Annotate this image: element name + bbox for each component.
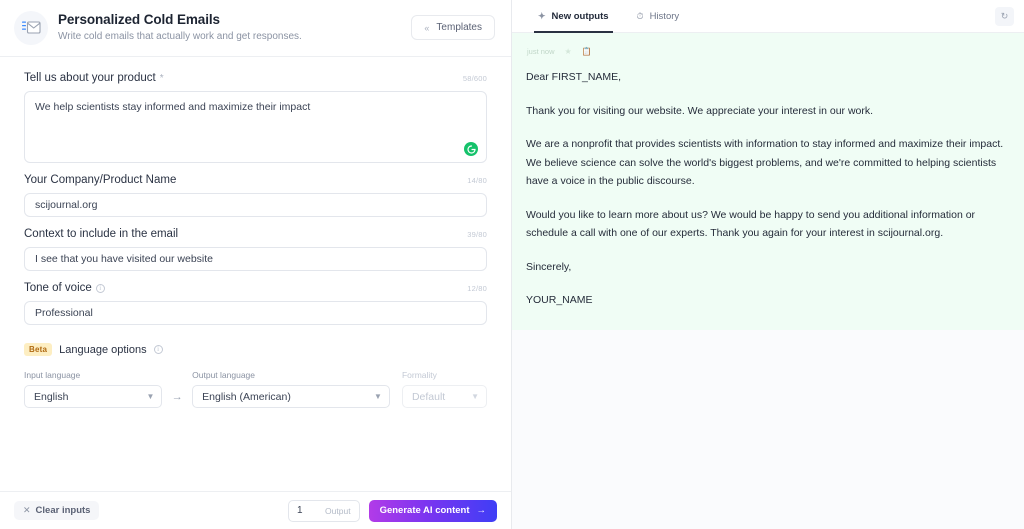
form-bottom-bar: ✕ Clear inputs 1 Output Generate AI cont… <box>0 491 511 529</box>
output-count-label: Output <box>325 505 351 516</box>
char-counter: 12/80 <box>467 283 487 293</box>
field-tone-of-voice: Tone of voice i 12/80 Professional <box>24 281 487 325</box>
input-language-value: English <box>34 390 69 403</box>
field-label-row: Tell us about your product * 58/600 <box>24 71 487 85</box>
email-paragraph: Thank you for visiting our website. We a… <box>526 104 874 117</box>
output-result-card: just now ★ 📋 Dear FIRST_NAME, Thank you … <box>512 33 1024 330</box>
field-label-row: Your Company/Product Name 14/80 <box>24 173 487 187</box>
required-marker: * <box>159 72 164 84</box>
copy-icon[interactable]: 📋 <box>582 47 592 56</box>
tab-new-outputs[interactable]: ✦ New outputs <box>524 0 623 33</box>
textarea-value: We help scientists stay informed and max… <box>35 101 311 113</box>
app-header: Personalized Cold Emails Write cold emai… <box>0 0 511 57</box>
output-empty-area <box>512 329 1024 529</box>
close-x-icon: ✕ <box>23 505 31 515</box>
input-language-label: Input language <box>24 370 81 380</box>
language-direction-arrow: → <box>171 391 183 403</box>
generate-ai-content-button[interactable]: Generate AI content → <box>368 499 497 522</box>
clear-inputs-label: Clear inputs <box>35 505 91 516</box>
company-name-input[interactable]: scijournal.org <box>24 193 487 217</box>
field-label-text: Your Company/Product Name <box>24 174 177 186</box>
form-panel: Personalized Cold Emails Write cold emai… <box>0 0 512 529</box>
tab-history[interactable]: ⏱ History <box>623 0 694 32</box>
language-options-row: Input language English ▼ → Output langua… <box>24 370 488 408</box>
page-title: Personalized Cold Emails <box>58 12 220 27</box>
info-icon[interactable]: i <box>153 345 163 354</box>
output-tabbar: ✦ New outputs ⏱ History ↻ <box>512 0 1024 33</box>
field-label-row: Context to include in the email 39/80 <box>24 227 487 241</box>
bottom-bar-right: 1 Output Generate AI content → <box>288 499 497 522</box>
field-label: Tell us about your product * <box>24 72 164 84</box>
tone-of-voice-input[interactable]: Professional <box>24 301 487 325</box>
field-label: Tone of voice i <box>24 282 105 294</box>
field-label: Context to include in the email <box>24 228 178 240</box>
clock-icon: ⏱ <box>636 10 644 21</box>
sparkle-icon: ✦ <box>538 10 546 21</box>
chevron-down-icon: ▼ <box>146 391 155 401</box>
chevron-down-icon: ▼ <box>471 391 480 401</box>
app-root: Personalized Cold Emails Write cold emai… <box>0 0 1024 529</box>
generate-button-label: Generate AI content <box>379 505 470 516</box>
input-value: scijournal.org <box>35 199 98 211</box>
field-email-context: Context to include in the email 39/80 I … <box>24 227 487 271</box>
form-area: Tell us about your product * 58/600 We h… <box>0 57 511 491</box>
star-icon[interactable]: ★ <box>565 47 572 56</box>
output-count-stepper[interactable]: 1 Output <box>288 499 360 522</box>
output-language-value: English (American) <box>202 390 291 403</box>
char-counter: 14/80 <box>467 175 487 185</box>
templates-button[interactable]: « Templates <box>411 15 495 40</box>
email-template-icon <box>14 11 48 45</box>
formality-value: Default <box>411 390 446 403</box>
refresh-icon[interactable]: ↻ <box>995 7 1014 26</box>
formality-label: Formality <box>401 370 437 380</box>
grammarly-icon[interactable] <box>464 142 478 156</box>
tab-new-outputs-label: New outputs <box>551 10 609 22</box>
beta-badge: Beta <box>24 343 53 356</box>
language-options-header: Beta Language options i <box>24 343 487 356</box>
char-counter: 58/600 <box>462 73 487 83</box>
char-counter: 39/80 <box>467 229 487 239</box>
product-description-textarea[interactable]: We help scientists stay informed and max… <box>24 91 487 163</box>
generated-email-body[interactable]: Dear FIRST_NAME, Thank you for visiting … <box>526 68 1010 310</box>
email-paragraph: Dear FIRST_NAME, <box>526 71 622 83</box>
arrow-right-icon: → <box>476 505 487 516</box>
info-icon[interactable]: i <box>95 283 105 293</box>
language-options-label: Language options <box>59 343 147 356</box>
output-language-label: Output language <box>192 370 255 380</box>
clear-inputs-button[interactable]: ✕ Clear inputs <box>14 501 100 520</box>
field-label-row: Tone of voice i 12/80 <box>24 281 487 295</box>
double-chevron-left-icon: « <box>424 22 430 33</box>
output-language-group: Output language English (American) ▼ <box>192 370 390 408</box>
field-label-text: Context to include in the email <box>24 228 179 240</box>
templates-button-label: Templates <box>436 22 482 33</box>
formality-select[interactable]: Default ▼ <box>401 385 488 408</box>
email-paragraph: YOUR_NAME <box>526 294 593 306</box>
output-meta-row: just now ★ 📋 <box>526 47 1010 56</box>
input-value: Professional <box>35 307 93 319</box>
email-context-input[interactable]: I see that you have visited our website <box>24 247 487 271</box>
email-paragraph: We are a nonprofit that provides scienti… <box>526 138 1004 187</box>
formality-group: Formality Default ▼ <box>401 370 488 408</box>
tab-history-label: History <box>649 10 680 22</box>
output-panel: ✦ New outputs ⏱ History ↻ just now ★ 📋 D… <box>512 0 1024 529</box>
input-value: I see that you have visited our website <box>35 253 214 265</box>
email-paragraph: Would you like to learn more about us? W… <box>526 208 976 240</box>
field-product-description: Tell us about your product * 58/600 We h… <box>24 71 487 163</box>
header-text-block: Personalized Cold Emails Write cold emai… <box>58 12 302 44</box>
field-company-name: Your Company/Product Name 14/80 scijourn… <box>24 173 487 217</box>
input-language-group: Input language English ▼ <box>24 370 163 408</box>
email-paragraph: Sincerely, <box>526 260 572 273</box>
output-count-value[interactable]: 1 <box>289 505 319 516</box>
input-language-select[interactable]: English ▼ <box>24 385 163 408</box>
field-label-text: Tone of voice <box>24 282 92 294</box>
field-label: Your Company/Product Name <box>24 174 176 186</box>
chevron-down-icon: ▼ <box>374 391 382 401</box>
page-subtitle: Write cold emails that actually work and… <box>58 31 302 42</box>
output-language-select[interactable]: English (American) ▼ <box>192 385 390 408</box>
output-timestamp: just now <box>527 47 555 56</box>
field-label-text: Tell us about your product <box>24 72 156 84</box>
language-options-section: Beta Language options i Input language E… <box>24 343 488 408</box>
